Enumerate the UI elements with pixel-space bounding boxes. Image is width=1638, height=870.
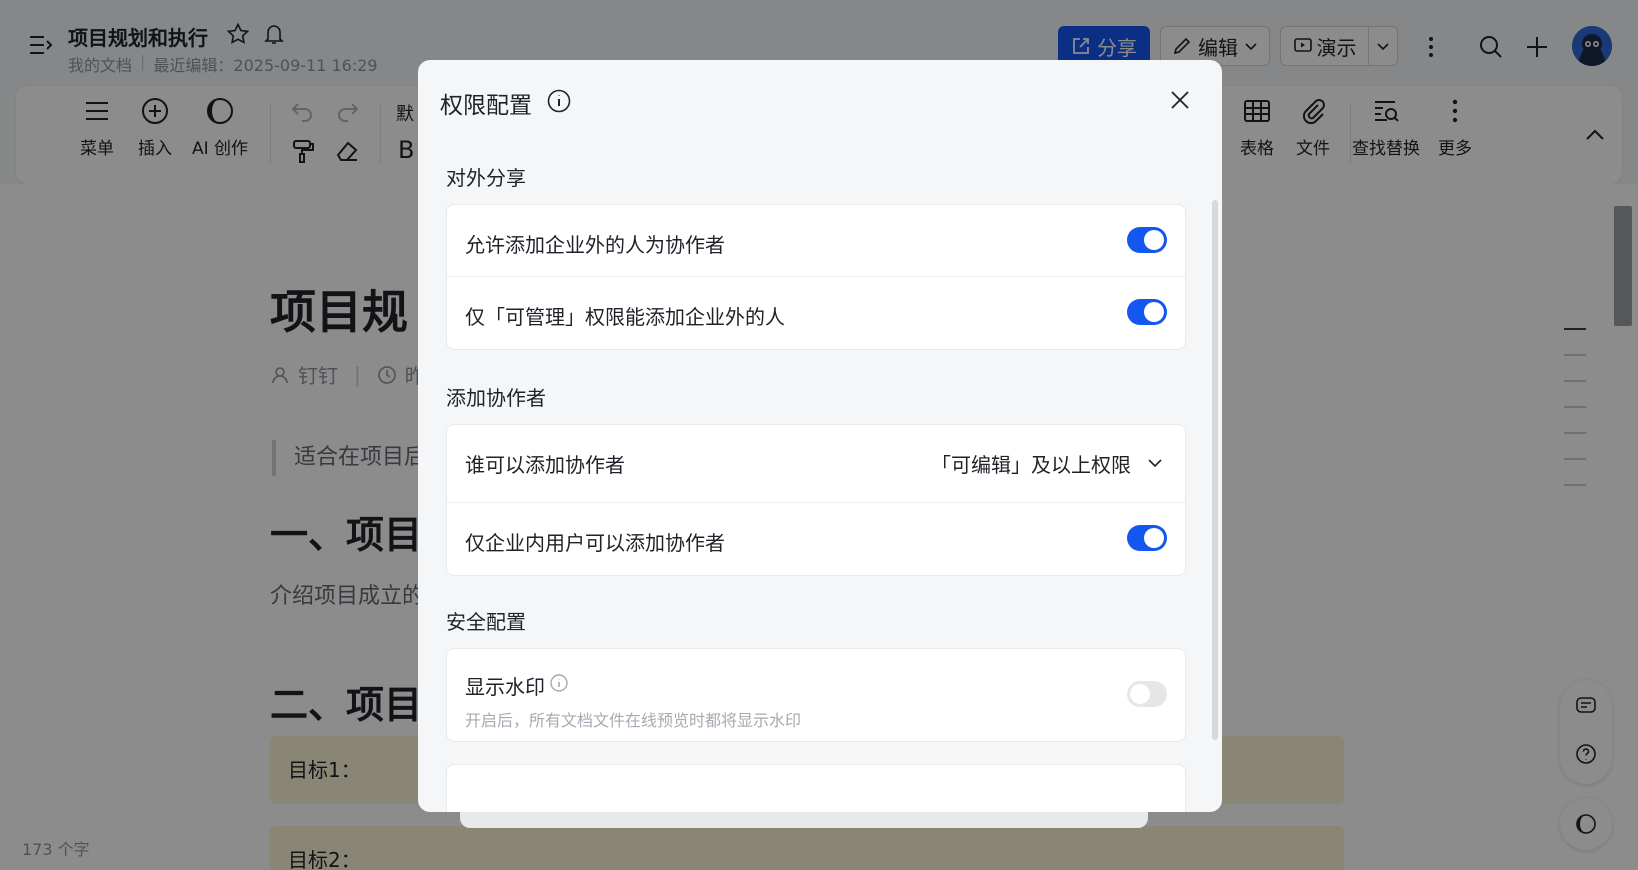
row-label: 仅企业内用户可以添加协作者 xyxy=(465,531,725,555)
toggle-allow-external[interactable] xyxy=(1127,227,1167,253)
row-label: 仅「可管理」权限能添加企业外的人 xyxy=(465,305,785,329)
row-internal-only: 仅企业内用户可以添加协作者 xyxy=(447,503,1185,575)
row-manage-only-external: 仅「可管理」权限能添加企业外的人 xyxy=(447,277,1185,349)
row-who-can-add[interactable]: 谁可以添加协作者 「可编辑」及以上权限 xyxy=(447,425,1185,503)
toggle-watermark[interactable] xyxy=(1127,681,1167,707)
app-window: 项目规划和执行 我的文档 | 最近编辑：2025-09-11 16:29 分享 … xyxy=(0,0,1638,870)
row-label: 显示水印 xyxy=(465,675,545,699)
who-can-add-select[interactable]: 「可编辑」及以上权限 xyxy=(931,449,1131,478)
chevron-down-icon[interactable] xyxy=(1145,453,1165,473)
section-security: 安全配置 xyxy=(446,610,526,634)
card-add-collaborators: 谁可以添加协作者 「可编辑」及以上权限 仅企业内用户可以添加协作者 xyxy=(446,424,1186,576)
section-external-sharing: 对外分享 xyxy=(446,166,526,190)
card-security: 显示水印 开启后，所有文档文件在线预览时都将显示水印 xyxy=(446,648,1186,742)
section-add-collaborators: 添加协作者 xyxy=(446,386,546,410)
permission-settings-dialog: 权限配置 对外分享 允许添加企业外的人为协作者 仅「可管理」权限能添加企业外的人… xyxy=(418,60,1222,812)
row-label: 允许添加企业外的人为协作者 xyxy=(465,233,725,257)
toggle-internal-only[interactable] xyxy=(1127,525,1167,551)
card-external-sharing: 允许添加企业外的人为协作者 仅「可管理」权限能添加企业外的人 xyxy=(446,204,1186,350)
row-watermark: 显示水印 开启后，所有文档文件在线预览时都将显示水印 xyxy=(447,649,1185,741)
info-icon[interactable] xyxy=(546,88,572,114)
dialog-title: 权限配置 xyxy=(440,93,532,119)
close-icon[interactable] xyxy=(1168,88,1192,112)
card-partial xyxy=(446,764,1186,812)
toggle-manage-only-external[interactable] xyxy=(1127,299,1167,325)
row-allow-external: 允许添加企业外的人为协作者 xyxy=(447,205,1185,277)
row-label: 谁可以添加协作者 xyxy=(465,453,625,477)
dialog-scrollbar[interactable] xyxy=(1212,200,1218,740)
info-icon[interactable] xyxy=(549,673,569,693)
row-description: 开启后，所有文档文件在线预览时都将显示水印 xyxy=(465,711,802,730)
